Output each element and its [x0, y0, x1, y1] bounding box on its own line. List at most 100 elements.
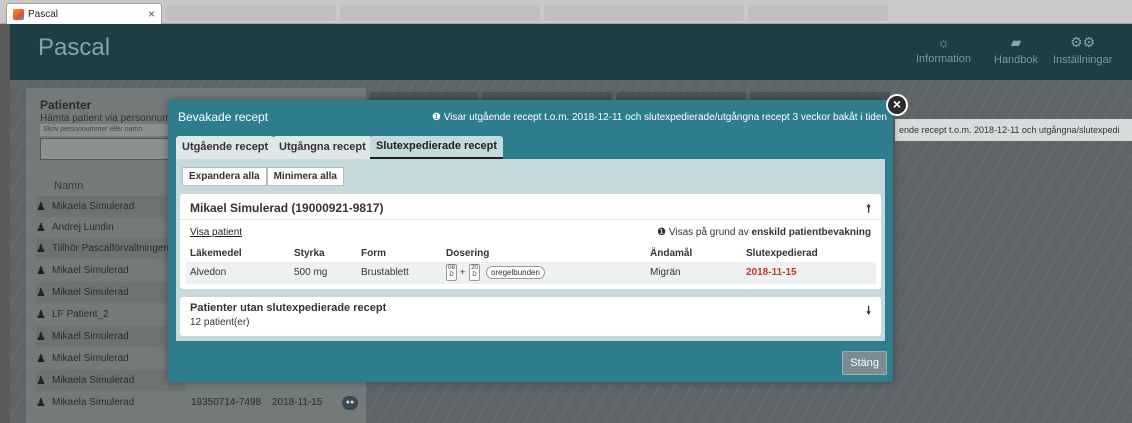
person-icon: ♟: [36, 265, 46, 277]
information-button[interactable]: ☼ Information: [916, 34, 971, 65]
patient-name: Mikael Simulerad: [52, 331, 129, 342]
patient-row[interactable]: ♟ Mikael Simulerad: [36, 326, 186, 347]
modal-title: Bevakade recept: [178, 110, 269, 124]
app-logo: Pascal: [38, 34, 111, 61]
modal-body: Expandera alla Minimera alla Mikael Simu…: [176, 159, 885, 341]
tab-close-icon[interactable]: ×: [148, 7, 155, 21]
prescription-row[interactable]: Alvedon 500 mg Brustablett 08 D + 20 D ore…: [186, 262, 876, 284]
column-header-strength: Styrka: [294, 248, 325, 259]
arrow-up-icon[interactable]: 🠕: [866, 200, 871, 219]
patient-row[interactable]: ♟ Mikael Simulerad: [36, 260, 186, 281]
patient-date: 2018-11-15: [272, 397, 323, 408]
patient-name: Mikaela Simulerad: [52, 375, 135, 386]
tab-dispensed-prescriptions[interactable]: Slutexpedierade recept: [370, 136, 504, 159]
dose-time: 20: [471, 265, 478, 271]
patient-row[interactable]: ♟ Andrej Lundin: [36, 217, 186, 238]
modal-close-icon[interactable]: ×: [886, 94, 908, 116]
patient-name: LF Patient_2: [52, 309, 109, 320]
patients-input-hint: Skriv personnummer eller namn: [40, 124, 172, 136]
patient-row[interactable]: ♟ Mikael Simulerad: [36, 348, 186, 369]
arrow-down-icon[interactable]: 🠗: [866, 302, 871, 321]
patient-prescription-card: Mikael Simulerad (19000921-9817) 🠕 Visa …: [180, 194, 881, 289]
person-icon: ♟: [36, 353, 46, 365]
patient-row[interactable]: ♟ Mikaela Simulerad: [36, 370, 186, 391]
patients-without-dispensed-card[interactable]: Patienter utan slutexpedierade recept 12…: [180, 297, 881, 336]
browser-tab-background[interactable]: [544, 5, 744, 21]
background-info-bar: ende recept t.o.m. 2018-12-11 och utgång…: [895, 119, 1132, 141]
modal-notice: ❶ Visar utgående recept t.o.m. 2018-12-1…: [432, 112, 887, 123]
browser-tab-background[interactable]: [748, 5, 888, 21]
watch-reason-bold: enskild patientbevakning: [751, 227, 871, 238]
patient-name: Mikaela Simulerad: [52, 201, 135, 212]
sun-icon: ☼: [937, 34, 950, 50]
settings-label: Inställningar: [1053, 54, 1113, 66]
handbok-button[interactable]: ▰ Handbok: [994, 34, 1038, 66]
patient-search-input[interactable]: [40, 138, 180, 160]
show-patient-link[interactable]: Visa patient: [190, 227, 242, 238]
patient-card-title[interactable]: Mikael Simulerad (19000921-9817): [190, 201, 383, 215]
person-icon: ♟: [36, 397, 46, 409]
expand-all-button[interactable]: Expandera alla: [182, 167, 267, 186]
settings-button[interactable]: ⚙⚙ Inställningar: [1053, 34, 1112, 66]
watch-reason-prefix: Visas på grund av: [668, 227, 752, 238]
divider: [180, 219, 881, 220]
person-icon: ♟: [36, 243, 46, 255]
column-header-dosage: Dosering: [446, 248, 490, 259]
column-header-name: Namn: [54, 180, 84, 192]
person-icon: ♟: [36, 201, 46, 213]
card-title: Patienter utan slutexpedierade recept: [190, 302, 387, 314]
watch-reason: ❶ Visas på grund av enskild patientbevak…: [657, 227, 871, 238]
patient-row[interactable]: ♟ Mikael Simulerad: [36, 282, 186, 303]
app-header: Pascal ☼ Information ▰ Handbok ⚙⚙ Instäl…: [10, 24, 1132, 80]
gears-icon: ⚙⚙: [1070, 34, 1096, 50]
drug-name: Alvedon: [190, 267, 227, 278]
person-icon: ♟: [36, 331, 46, 343]
patient-name: Mikael Simulerad: [52, 265, 129, 276]
app-favicon-icon: [13, 8, 24, 20]
patients-title: Patienter: [40, 98, 92, 112]
browser-tab-background[interactable]: [340, 5, 540, 21]
person-icon: ♟: [36, 222, 46, 234]
browser-tab-bar: Pascal ×: [0, 0, 1132, 24]
dose-unit: D: [449, 272, 454, 278]
status-badge: ●●: [342, 396, 358, 410]
patient-name: Mikael Simulerad: [52, 287, 129, 298]
dose-unit: D: [472, 272, 477, 278]
patient-name: Andrej Lundin: [52, 222, 114, 233]
modal-notice-text: Visar utgående recept t.o.m. 2018-12-11 …: [443, 112, 887, 123]
patient-row[interactable]: ♟ Tillhör Pascalförvaltningen: [36, 238, 186, 259]
dispensed-date: 2018-11-15: [746, 267, 797, 278]
column-header-drug: Läkemedel: [190, 248, 242, 259]
info-icon: ❶: [657, 227, 669, 238]
tab-outgoing-prescriptions[interactable]: Utgående recept: [176, 136, 275, 159]
dose-evening: 20 D: [469, 264, 480, 281]
patients-subtitle: Hämta patient via personnummer: [40, 113, 180, 124]
patient-count: 12 patient(er): [190, 317, 250, 328]
person-icon: ♟: [36, 375, 46, 387]
patient-name: Tillhör Pascalförvaltningen: [52, 243, 169, 254]
purpose: Migrän: [650, 267, 681, 278]
patient-row[interactable]: ♟ LF Patient_2: [36, 304, 186, 325]
person-icon: ♟: [36, 287, 46, 299]
person-icon: ♟: [36, 309, 46, 321]
watched-prescriptions-modal: Bevakade recept ❶ Visar utgående recept …: [168, 100, 893, 382]
drug-strength: 500 mg: [294, 267, 328, 278]
dose-plus: +: [460, 267, 466, 277]
window-edge: [0, 24, 10, 423]
drug-form: Brustablett: [361, 267, 409, 278]
book-icon: ▰: [1010, 34, 1022, 50]
browser-tab-background[interactable]: [166, 5, 336, 21]
expand-collapse-group: Expandera alla Minimera alla: [182, 167, 344, 186]
minimize-all-button[interactable]: Minimera alla: [266, 167, 344, 186]
patient-name: Mikael Simulerad: [52, 353, 129, 364]
column-header-dispensed: Slutexpedierad: [746, 248, 818, 259]
browser-tab[interactable]: Pascal ×: [6, 3, 162, 24]
dose-morning: 08 D: [446, 264, 457, 281]
patient-row[interactable]: ♟ Mikaela Simulerad: [36, 392, 186, 413]
tab-expired-prescriptions[interactable]: Utgångna recept: [273, 136, 372, 159]
dose-irregular-tag: oregelbunden: [486, 266, 545, 279]
patient-row[interactable]: ♟ Mikaela Simulerad: [36, 196, 186, 217]
patient-name: Mikaela Simulerad: [52, 397, 135, 408]
close-button[interactable]: Stäng: [842, 351, 887, 375]
browser-tab-title: Pascal: [28, 8, 59, 20]
